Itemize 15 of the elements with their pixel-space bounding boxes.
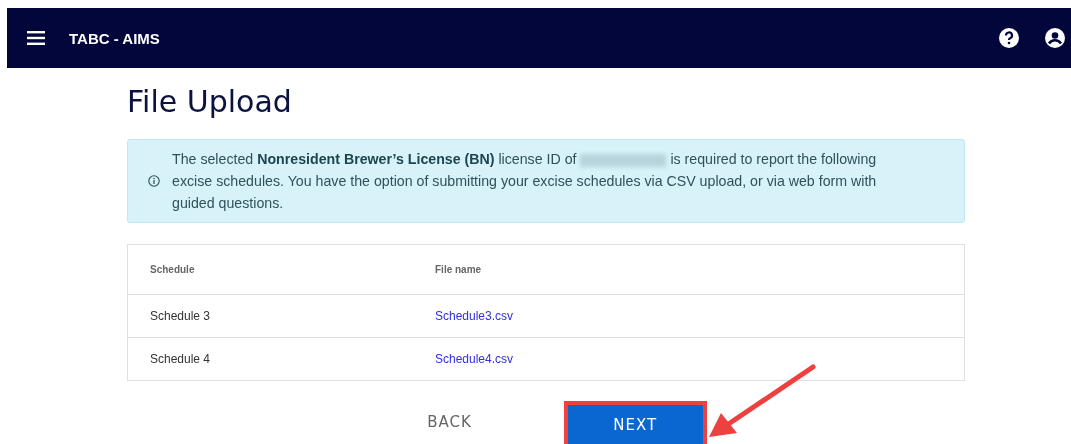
file-link[interactable]: Schedule3.csv <box>435 309 514 323</box>
alert-message: The selected Nonresident Brewer’s License (BN) license ID of is required to report the following excise schedules. You have the option of submitting your excise schedules via CSV upload, or via web form with guided questions. <box>172 150 878 213</box>
menu-icon[interactable] <box>27 31 45 45</box>
info-icon <box>148 175 160 187</box>
account-icon[interactable] <box>1045 28 1065 48</box>
page-title: File Upload <box>127 84 293 120</box>
column-header: File name <box>435 264 483 275</box>
table-cell-text: Schedule 4 <box>150 352 212 366</box>
app-title: TABC - AIMS <box>69 29 160 47</box>
back-button[interactable]: BACK <box>419 399 480 444</box>
column-header: Schedule <box>150 264 196 275</box>
help-icon[interactable] <box>999 28 1019 48</box>
next-button[interactable]: NEXT <box>567 405 703 444</box>
table-cell-text: Schedule 3 <box>150 309 212 323</box>
file-link[interactable]: Schedule4.csv <box>435 352 514 366</box>
